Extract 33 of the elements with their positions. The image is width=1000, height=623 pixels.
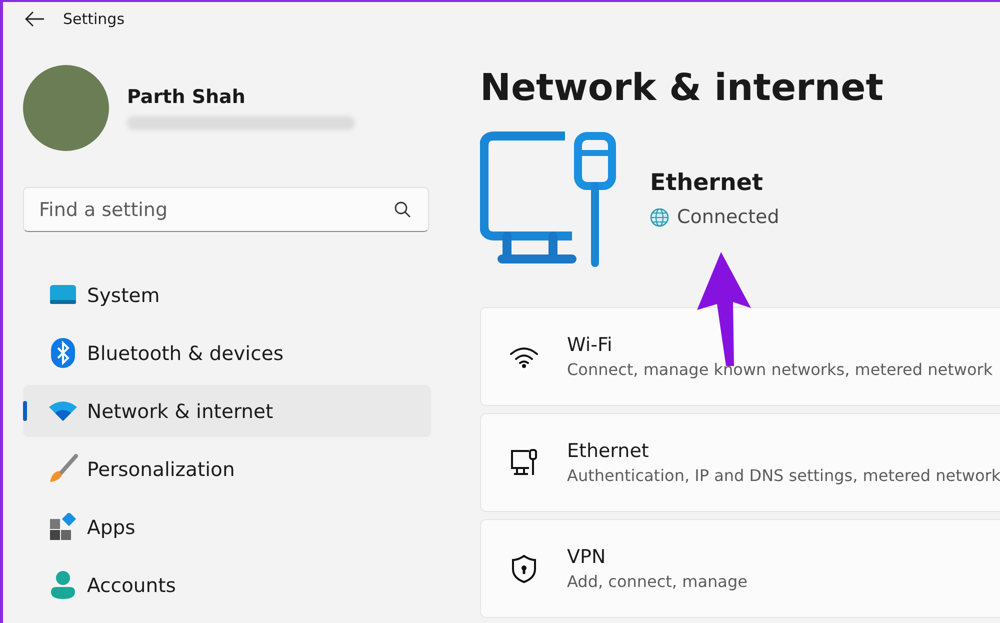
window-title: Settings <box>63 10 125 28</box>
monitor-icon <box>49 284 77 306</box>
ethernet-monitor-icon <box>480 131 616 267</box>
sidebar-item[interactable]: Personalization <box>23 443 431 495</box>
connection-name: Ethernet <box>650 170 764 196</box>
sidebar-item[interactable]: Accounts <box>23 559 431 611</box>
page-title: Network & internet <box>480 66 884 109</box>
sidebar-item[interactable]: Apps <box>23 501 431 553</box>
bluetooth-icon <box>51 338 75 368</box>
selection-indicator <box>23 401 27 421</box>
settings-card[interactable]: VPN Add, connect, manage <box>480 519 1000 618</box>
card-description: Connect, manage known networks, metered network <box>567 360 993 379</box>
card-description: Add, connect, manage <box>567 572 748 591</box>
card-title: VPN <box>567 546 607 568</box>
search-field[interactable]: Find a setting <box>23 187 429 232</box>
sidebar-item[interactable]: Bluetooth & devices <box>23 327 431 379</box>
apps-icon <box>49 513 77 541</box>
back-arrow-icon[interactable] <box>25 11 45 27</box>
wifi-icon <box>509 346 539 368</box>
card-title: Ethernet <box>567 440 650 462</box>
paintbrush-icon <box>48 454 78 484</box>
sidebar-item[interactable]: Network & internet <box>23 385 431 437</box>
search-icon <box>394 201 411 218</box>
card-title: Wi-Fi <box>567 334 614 356</box>
ethernet-icon <box>509 448 539 478</box>
wifi-icon <box>48 400 78 422</box>
account-name: Parth Shah <box>127 86 246 108</box>
settings-card[interactable]: Wi-Fi Connect, manage known networks, metered network <box>480 307 1000 406</box>
person-icon <box>50 570 76 600</box>
sidebar-item[interactable]: System <box>23 269 431 321</box>
globe-icon <box>650 208 669 226</box>
connection-status: Connected <box>677 206 780 228</box>
shield-icon <box>510 554 538 584</box>
